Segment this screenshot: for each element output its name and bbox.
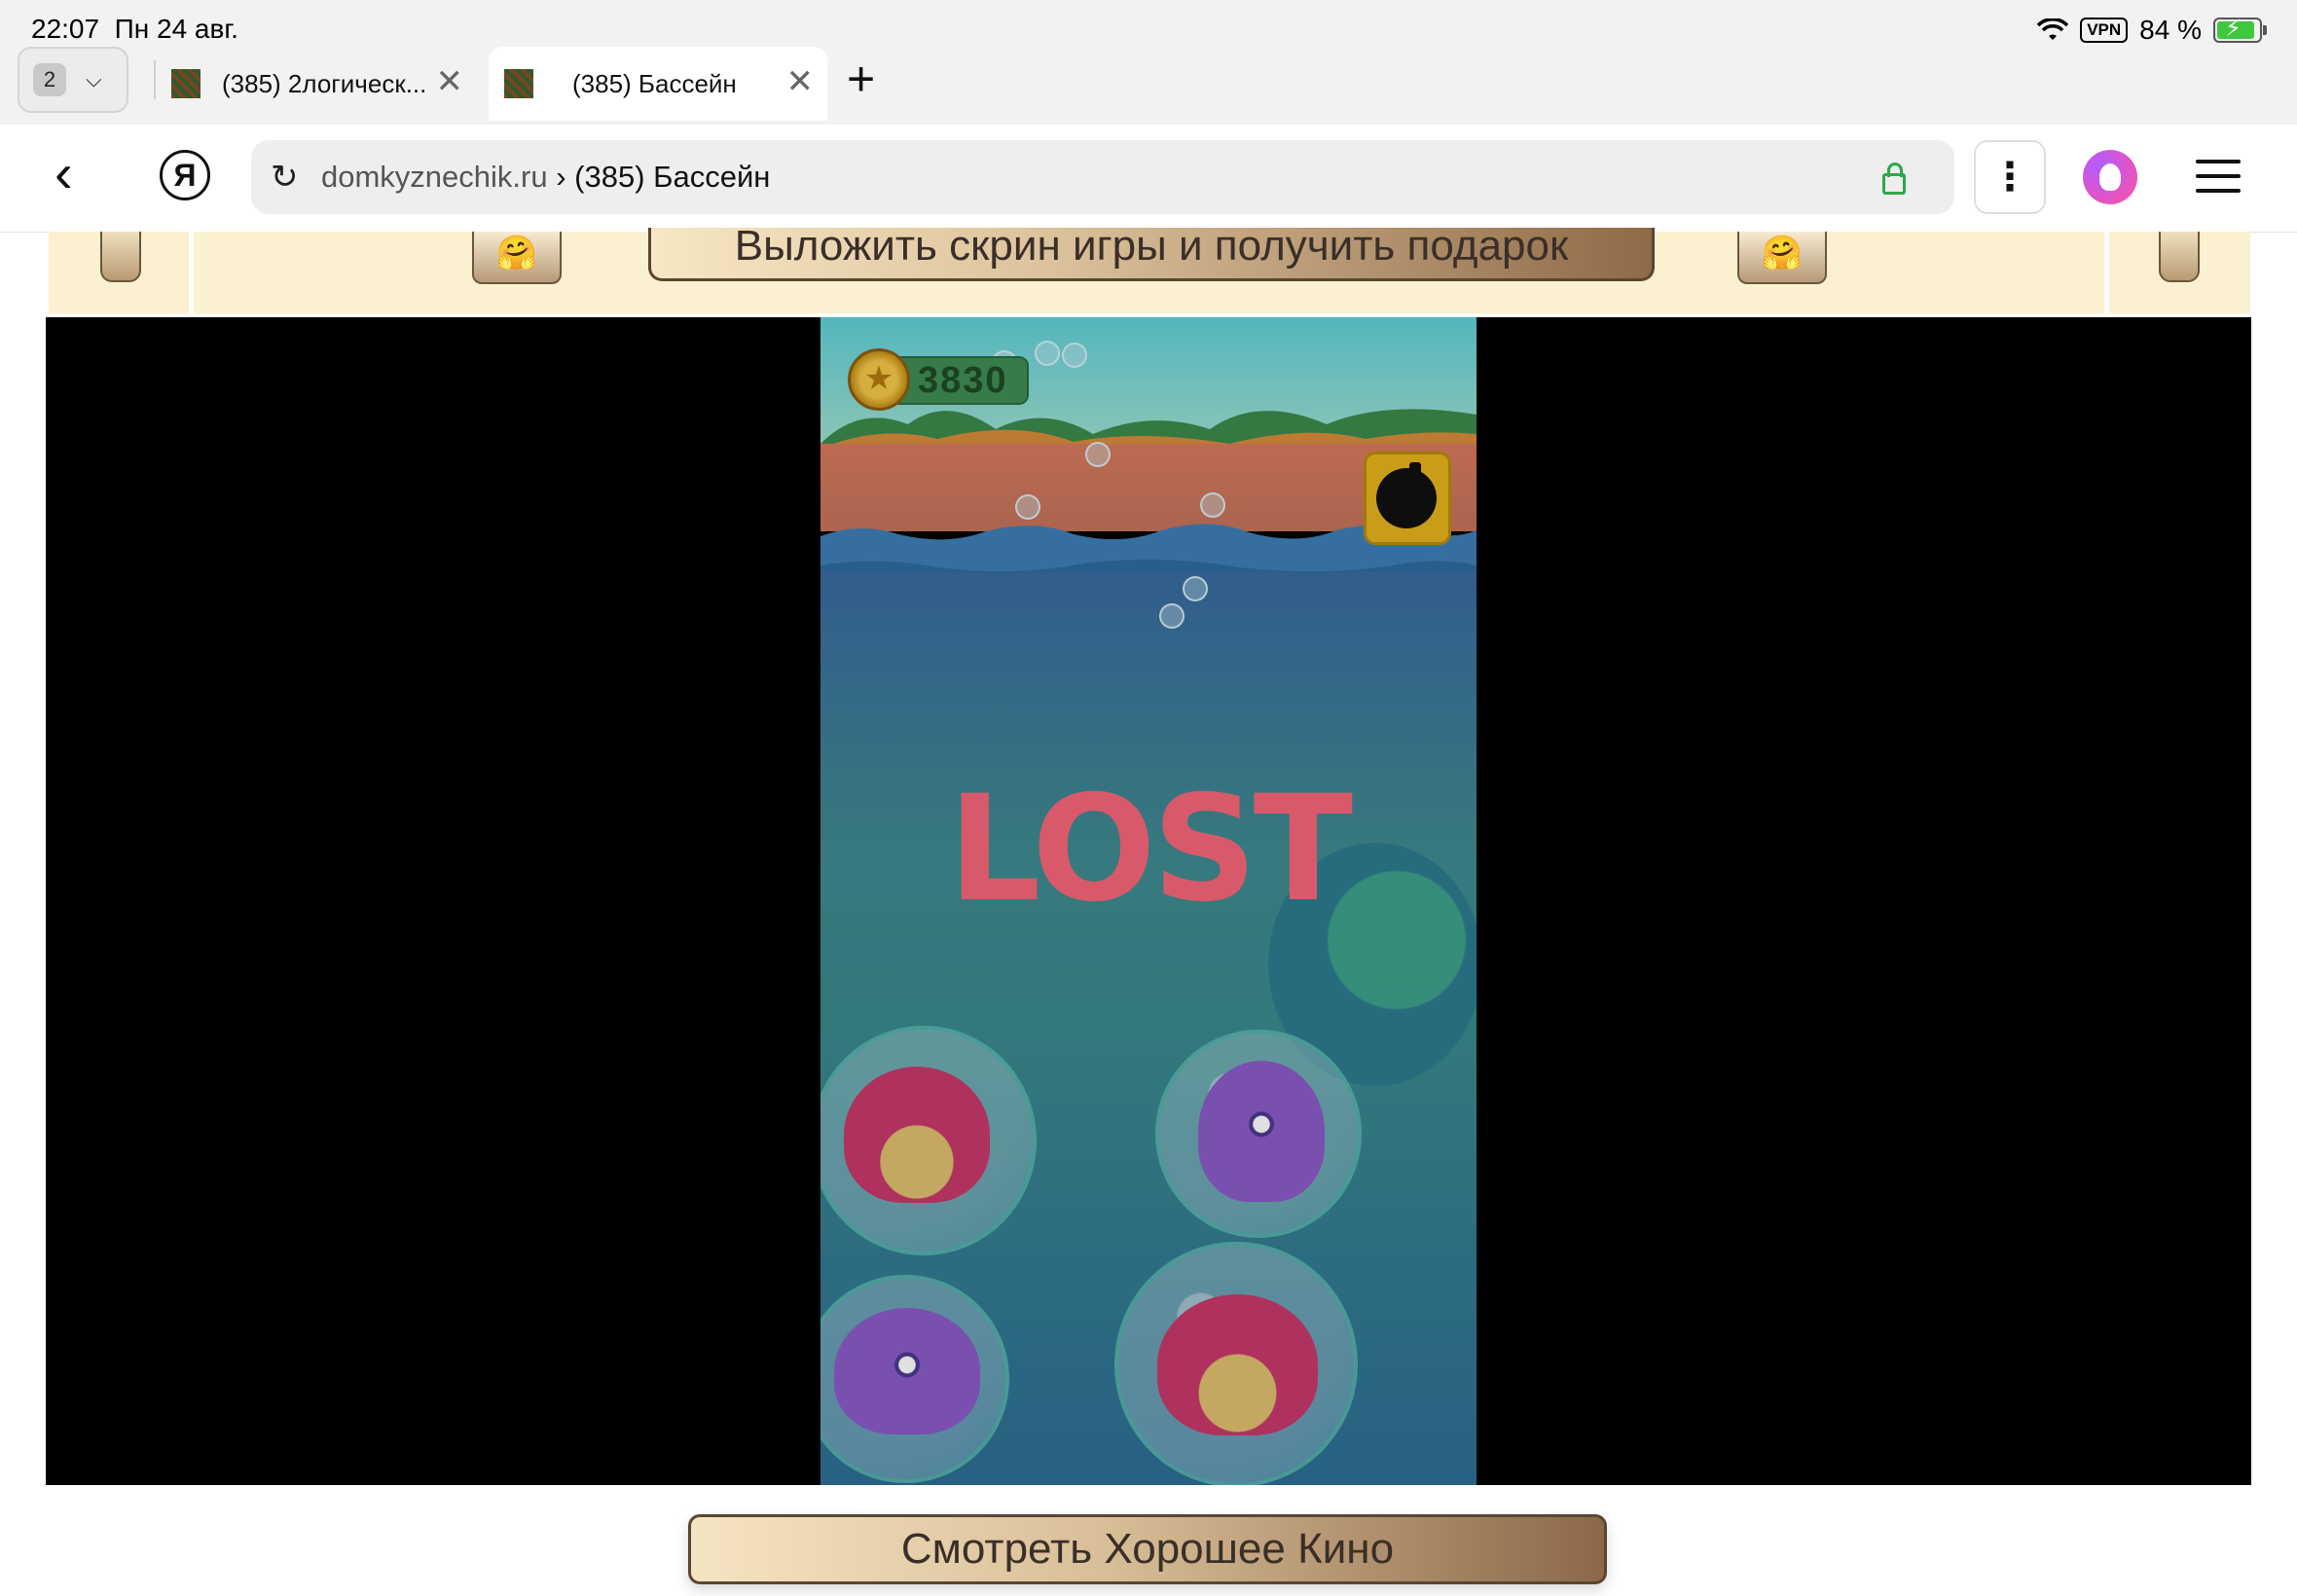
address-bar: ‹ Я ↻ domkyznechik.ru › (385) Бассейн ⋮ xyxy=(0,125,2297,233)
wifi-icon xyxy=(2037,18,2069,40)
banner-side-tab-left[interactable] xyxy=(100,232,141,282)
share-screenshot-button[interactable]: Выложить скрин игры и получить подарок xyxy=(648,228,1655,281)
banner-divider xyxy=(2104,232,2109,313)
battery-icon: ⚡ xyxy=(2213,16,2267,43)
status-bar: 22:07 Пн 24 авг. VPN 84 % ⚡ xyxy=(0,0,2297,47)
tab-count: 2 xyxy=(33,63,66,96)
lock-icon[interactable] xyxy=(1882,163,1906,195)
emoji-button-right[interactable]: 🤗 xyxy=(1737,232,1827,284)
reload-icon[interactable]: ↻ xyxy=(271,158,299,197)
tab-label: (385) 2логическ... xyxy=(222,68,427,98)
yandex-logo-icon[interactable]: Я xyxy=(160,150,210,200)
omnibox[interactable]: ↻ domkyznechik.ru › (385) Бассейн xyxy=(251,140,1954,214)
game-canvas[interactable]: ★ 3830 LOST xyxy=(820,317,1477,1485)
game-status-text: LOST xyxy=(947,765,1353,934)
tab-count-button[interactable]: 2 ⌵ xyxy=(18,47,128,113)
status-date: Пн 24 авг. xyxy=(114,14,238,44)
status-time: 22:07 Пн 24 авг. xyxy=(31,14,238,44)
vpn-badge: VPN xyxy=(2080,18,2129,43)
url-text[interactable]: domkyznechik.ru › (385) Бассейн xyxy=(321,160,770,195)
close-tab-icon[interactable]: ✕ xyxy=(786,62,815,101)
favicon-icon xyxy=(504,69,533,98)
banner-divider xyxy=(189,232,194,313)
hamburger-menu-icon[interactable] xyxy=(2196,160,2241,195)
favicon-icon xyxy=(171,69,201,98)
more-menu-icon[interactable]: ⋮ xyxy=(1974,140,2046,214)
url-separator: › xyxy=(556,160,566,194)
status-indicators: VPN 84 % ⚡ xyxy=(2037,14,2267,47)
back-icon[interactable]: ‹ xyxy=(55,146,73,200)
emoji-button-left[interactable]: 🤗 xyxy=(472,232,562,284)
url-domain: domkyznechik.ru xyxy=(321,160,548,194)
url-page-title: (385) Бассейн xyxy=(574,160,771,194)
banner-side-tab-right[interactable] xyxy=(2159,232,2200,282)
watch-movie-button[interactable]: Смотреть Хорошее Кино xyxy=(688,1514,1607,1584)
chevron-down-icon: ⌵ xyxy=(86,67,102,91)
alice-assistant-icon[interactable] xyxy=(2083,150,2137,204)
tab-logic[interactable]: (385) 2логическ... ✕ xyxy=(156,47,477,121)
battery-percent: 84 % xyxy=(2139,15,2202,45)
tab-pool[interactable]: (385) Бассейн ✕ xyxy=(489,47,827,121)
new-tab-button[interactable]: + xyxy=(847,54,875,103)
tab-strip: 2 ⌵ (385) 2логическ... ✕ (385) Бассейн ✕… xyxy=(0,47,2297,125)
tab-label: (385) Бассейн xyxy=(572,68,737,98)
close-tab-icon[interactable]: ✕ xyxy=(436,62,464,101)
